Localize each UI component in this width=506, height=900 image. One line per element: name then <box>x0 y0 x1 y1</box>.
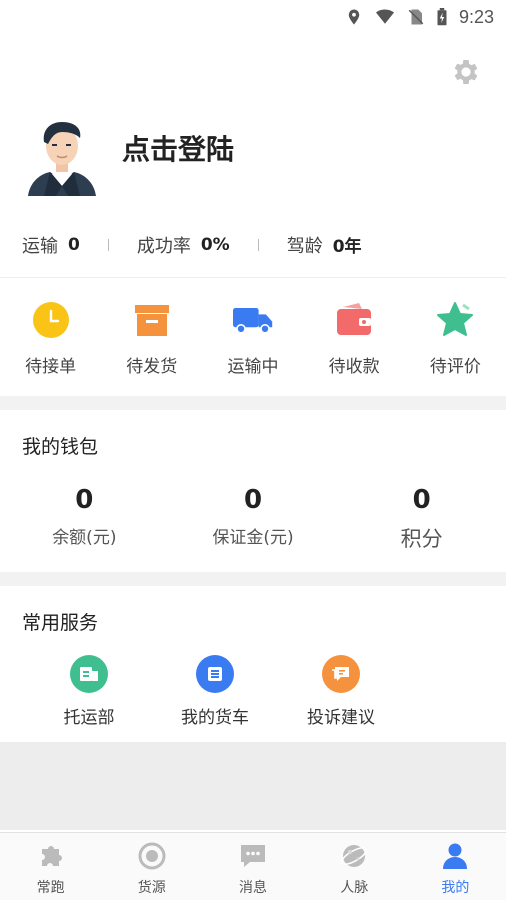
services-title: 常用服务 <box>22 612 99 634</box>
nav-label: 消息 <box>239 880 267 896</box>
service-label: 投诉建议 <box>307 708 375 728</box>
stat-success-rate: 成功率 0% <box>137 232 230 258</box>
feedback-icon <box>322 655 360 693</box>
my-truck-icon <box>196 655 234 693</box>
clock-icon <box>31 300 71 340</box>
wallet-label: 积分 <box>400 527 443 551</box>
nav-item-mine[interactable]: 我的 <box>405 833 506 900</box>
empty-area <box>0 742 506 830</box>
order-in-transit[interactable]: 运输中 <box>208 300 298 396</box>
service-consign[interactable]: 托运部 <box>26 655 152 728</box>
wallet-title: 我的钱包 <box>22 436 99 458</box>
divider <box>257 238 259 251</box>
wallet-value: 0 <box>243 485 263 515</box>
nav-label: 人脉 <box>340 880 369 896</box>
stat-value: 0 <box>68 234 80 255</box>
profile-section[interactable]: 点击登陆 <box>0 110 506 212</box>
wifi-icon <box>375 9 394 24</box>
order-label: 待评价 <box>429 357 481 377</box>
stat-label: 成功率 <box>136 235 191 257</box>
order-status-bar: 待接单 待发货 运输中 待收款 待评价 <box>0 278 506 396</box>
status-bar: 9:23 <box>0 0 506 34</box>
order-label: 运输中 <box>227 357 279 377</box>
wallet-label: 保证金(元) <box>212 528 294 548</box>
wallet-row: 0 余额(元) 0 保证金(元) 0 积分 <box>0 485 506 553</box>
login-prompt[interactable]: 点击登陆 <box>122 128 234 168</box>
avatar-icon[interactable] <box>24 114 100 196</box>
order-label: 待收款 <box>328 357 380 377</box>
wallet-balance[interactable]: 0 余额(元) <box>9 485 159 553</box>
message-icon <box>241 845 265 867</box>
box-icon <box>132 300 172 340</box>
planet-icon <box>341 845 368 867</box>
section-gap <box>0 396 506 410</box>
nav-label: 货源 <box>137 880 166 896</box>
stat-driving-years: 驾龄 0年 <box>287 232 362 258</box>
order-pending-review[interactable]: 待评价 <box>410 300 500 396</box>
driver-stats: 运输 0 成功率 0% 驾龄 0年 <box>0 212 506 278</box>
wallet-label: 余额(元) <box>52 528 117 548</box>
person-icon <box>443 843 468 869</box>
nav-item-frequent[interactable]: 常跑 <box>0 833 101 900</box>
nav-item-network[interactable]: 人脉 <box>304 833 405 900</box>
truck-icon <box>232 300 273 340</box>
nav-label: 常跑 <box>36 880 65 896</box>
target-icon <box>138 842 166 870</box>
nav-item-cargo[interactable]: 货源 <box>101 833 202 900</box>
order-label: 待接单 <box>25 357 77 377</box>
service-my-truck[interactable]: 我的货车 <box>152 655 278 728</box>
wallet-icon <box>334 300 374 340</box>
service-label: 托运部 <box>63 708 115 728</box>
wallet-section: 我的钱包 0 余额(元) 0 保证金(元) 0 积分 <box>0 410 506 572</box>
nav-item-messages[interactable]: 消息 <box>202 833 303 900</box>
services-section: 常用服务 托运部 我的货车 投诉建议 <box>0 586 506 742</box>
section-gap <box>0 572 506 586</box>
wallet-points[interactable]: 0 积分 <box>347 485 497 553</box>
stat-label: 驾龄 <box>286 235 323 257</box>
order-label: 待发货 <box>126 357 178 377</box>
stat-transport: 运输 0 <box>22 232 80 258</box>
location-icon <box>348 9 360 25</box>
gear-icon[interactable] <box>450 56 482 88</box>
status-time: 9:23 <box>458 6 494 27</box>
wallet-value: 0 <box>412 485 431 515</box>
stat-value: 0年 <box>332 237 362 257</box>
order-pending-accept[interactable]: 待接单 <box>6 300 96 396</box>
star-icon <box>435 300 475 340</box>
nav-label: 我的 <box>441 880 470 896</box>
order-pending-payment[interactable]: 待收款 <box>309 300 399 396</box>
bottom-nav: 常跑 货源 消息 人脉 我的 <box>0 832 506 900</box>
wallet-deposit[interactable]: 0 保证金(元) <box>178 485 328 553</box>
stat-label: 运输 <box>22 235 58 257</box>
header <box>0 34 506 110</box>
battery-charging-icon <box>437 8 447 26</box>
wallet-value: 0 <box>75 485 94 515</box>
service-feedback[interactable]: 投诉建议 <box>278 655 404 728</box>
order-pending-ship[interactable]: 待发货 <box>107 300 197 396</box>
divider <box>107 238 109 251</box>
consign-icon <box>70 655 108 693</box>
stat-value: 0% <box>200 234 230 255</box>
service-label: 我的货车 <box>181 708 249 728</box>
services-row: 托运部 我的货车 投诉建议 <box>0 655 506 728</box>
no-sim-icon <box>408 9 424 25</box>
puzzle-icon <box>41 846 62 866</box>
